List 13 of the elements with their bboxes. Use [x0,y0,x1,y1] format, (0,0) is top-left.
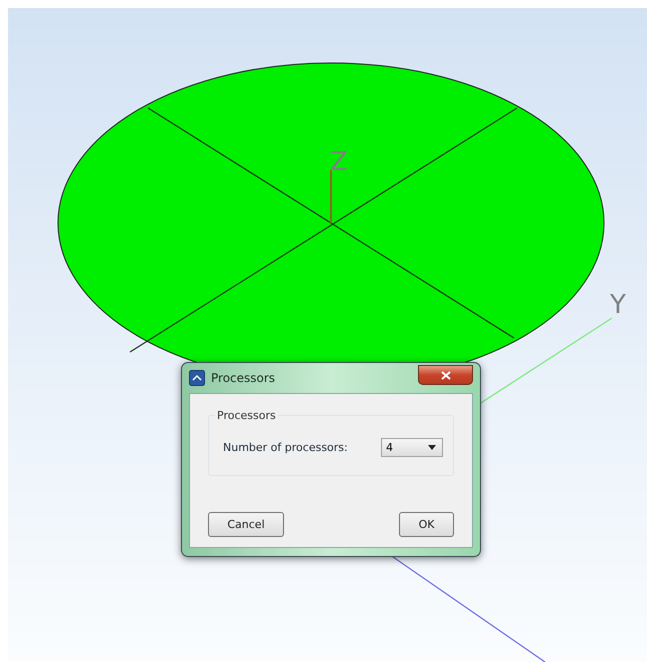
dialog-button[interactable]: OK [399,512,454,537]
group-label: Processors [216,409,277,422]
axis-label: Z [330,147,348,177]
z-axis-line [330,170,332,223]
field-label: Number of processors: [223,441,348,454]
caret-icon [428,445,436,450]
dialog-button[interactable]: Cancel [208,512,284,537]
close-icon [440,370,450,380]
close-button[interactable] [418,365,473,385]
processors-dropdown[interactable]: 4 [381,438,443,457]
window-title: Processors [211,371,276,385]
axis-label: Y [610,290,626,320]
app-icon [189,370,205,386]
